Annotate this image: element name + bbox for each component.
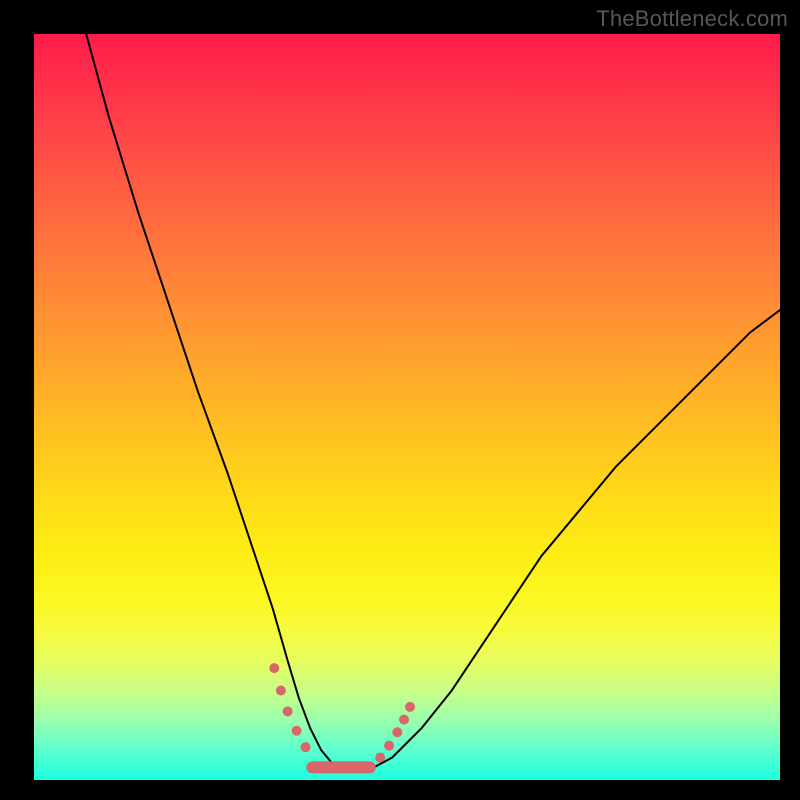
marker-dot: [384, 741, 394, 751]
curve-group: [86, 34, 780, 771]
marker-dot: [283, 706, 293, 716]
bottleneck-curve: [86, 34, 780, 771]
markers-group: [269, 663, 415, 767]
marker-dot: [301, 742, 311, 752]
marker-dot: [269, 663, 279, 673]
marker-dot: [276, 685, 286, 695]
marker-dot: [292, 726, 302, 736]
marker-dot: [375, 753, 385, 763]
marker-dot: [399, 715, 409, 725]
marker-dot: [405, 702, 415, 712]
chart-plot-area: [34, 34, 780, 780]
marker-dot: [392, 727, 402, 737]
watermark-text: TheBottleneck.com: [596, 6, 788, 32]
chart-frame: TheBottleneck.com: [0, 0, 800, 800]
chart-svg: [34, 34, 780, 780]
